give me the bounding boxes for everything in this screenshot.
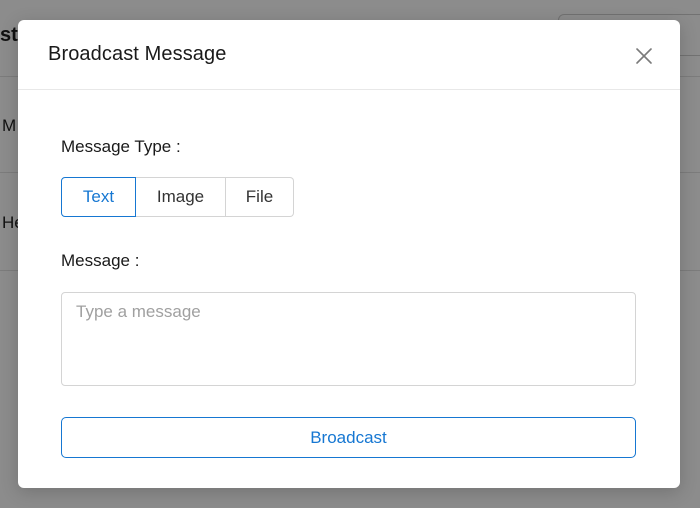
broadcast-message-dialog: Broadcast Message Message Type : Text Im… <box>18 20 680 488</box>
close-icon <box>636 48 652 64</box>
message-type-text-option[interactable]: Text <box>61 177 136 217</box>
message-type-selector: Text Image File <box>61 177 294 217</box>
broadcast-button[interactable]: Broadcast <box>61 417 636 458</box>
close-button[interactable] <box>630 42 658 70</box>
message-input[interactable] <box>61 292 636 386</box>
message-label: Message : <box>61 251 140 270</box>
message-type-label: Message Type : <box>61 137 181 156</box>
message-type-file-option[interactable]: File <box>226 177 294 217</box>
dialog-header: Broadcast Message <box>18 20 680 90</box>
dialog-title: Broadcast Message <box>48 43 227 65</box>
message-type-image-option[interactable]: Image <box>136 177 226 217</box>
